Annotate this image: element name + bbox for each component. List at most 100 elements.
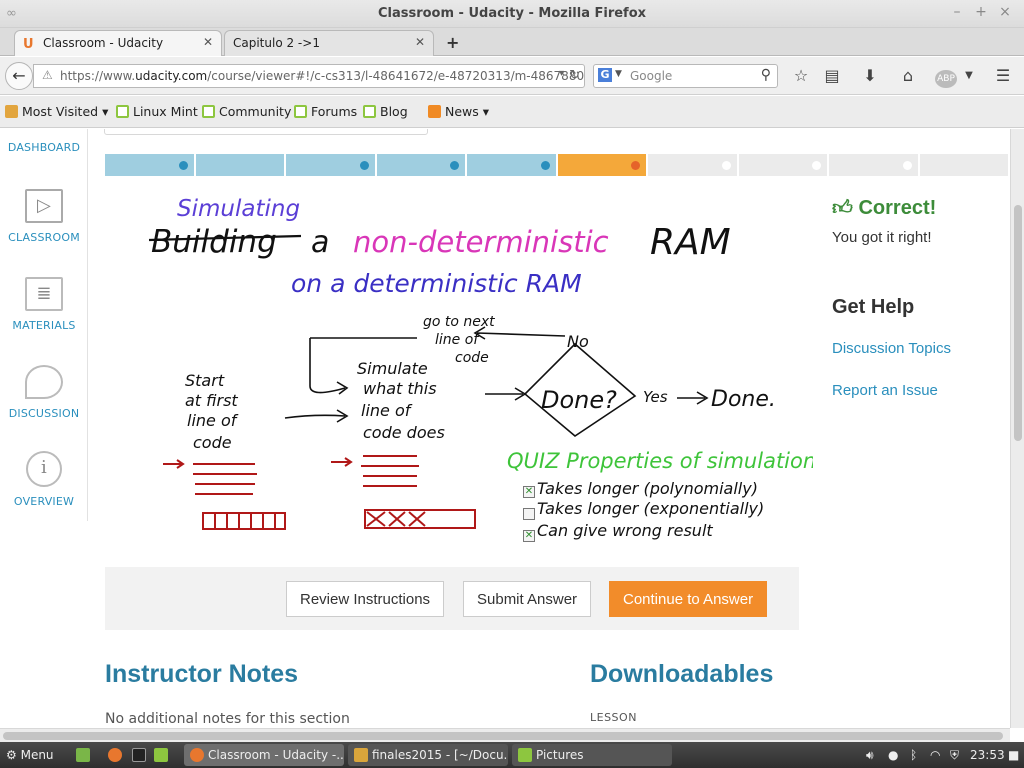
sketch-nondeterministic: non-deterministic <box>353 225 609 259</box>
info-icon: i <box>26 451 62 487</box>
submit-answer-button[interactable]: Submit Answer <box>463 581 592 617</box>
bookmark-forums[interactable]: Forums <box>294 104 357 119</box>
progress-segment-10[interactable] <box>919 154 1008 176</box>
vertical-scrollbar[interactable] <box>1010 129 1024 728</box>
nav-materials-label: MATERIALS <box>12 319 76 332</box>
scroll-thumb[interactable] <box>3 732 1003 740</box>
new-tab-icon[interactable]: + <box>446 33 459 52</box>
nav-materials[interactable]: ≣ MATERIALS <box>0 277 88 332</box>
bookmark-news[interactable]: News ▾ <box>428 104 489 119</box>
bookmark-most-visited[interactable]: Most Visited ▾ <box>5 104 108 119</box>
tab-strip: U Classroom - Udacity ✕ Capitulo 2 ->1 ✕ <box>0 28 1024 56</box>
bluetooth-icon[interactable]: ᛒ <box>910 742 917 768</box>
gear-icon: ⚙ <box>6 748 17 762</box>
progress-dot <box>721 161 731 170</box>
progress-dot <box>540 161 550 170</box>
arrowhead <box>336 381 349 395</box>
start-menu-button[interactable]: ⚙ Menu <box>6 742 54 768</box>
continue-to-answer-button[interactable]: Continue to Answer <box>609 581 768 617</box>
sketch-line2: on a deterministic RAM <box>291 269 582 298</box>
nav-classroom[interactable]: ▷ CLASSROOM <box>0 189 88 244</box>
simulate-line-4: code does <box>363 423 445 442</box>
sketch-simulating: Simulating <box>177 196 300 222</box>
user-icon[interactable]: ● <box>888 742 898 768</box>
feedback-message: You got it right! <box>832 229 932 246</box>
reading-list-icon[interactable]: ▤ <box>821 66 843 85</box>
url-dropdown-icon[interactable]: ▾ <box>559 68 564 79</box>
progress-segment-2[interactable] <box>195 154 284 176</box>
progress-segment-1[interactable] <box>105 154 194 176</box>
volume-icon[interactable]: 🔊︎ <box>866 742 874 768</box>
minimize-icon[interactable]: – <box>948 4 966 20</box>
folder-icon <box>518 748 532 762</box>
tab-classroom[interactable]: U Classroom - Udacity ✕ <box>14 30 222 56</box>
adblock-dropdown-icon[interactable]: ▼ <box>958 70 980 81</box>
menu-icon[interactable]: ☰ <box>992 66 1014 85</box>
progress-segment-7[interactable] <box>648 154 737 176</box>
security-shield-icon[interactable]: ⛨ <box>950 742 959 768</box>
arrow-no-to-goto <box>476 332 566 337</box>
review-instructions-button[interactable]: Review Instructions <box>286 581 445 617</box>
quiz-checkbox-2[interactable] <box>523 508 535 520</box>
bookmark-community[interactable]: Community <box>202 104 291 119</box>
close-tab-icon[interactable]: ✕ <box>415 35 425 49</box>
adblock-icon[interactable]: ABP <box>935 70 957 88</box>
wifi-icon[interactable]: ◠ <box>930 742 940 768</box>
lecture-sketch: Simulating Building a non-deterministic … <box>105 176 816 566</box>
downloads-icon[interactable]: ⬇ <box>859 66 881 85</box>
show-desktop-icon[interactable] <box>76 742 94 768</box>
files-launcher-icon[interactable] <box>154 742 172 768</box>
progress-segment-4[interactable] <box>376 154 465 176</box>
reload-icon[interactable]: ↻ <box>569 68 580 83</box>
site-warning-icon[interactable]: ⚠ <box>42 68 53 82</box>
top-input-field[interactable] <box>104 129 428 135</box>
close-window-icon[interactable]: × <box>996 4 1014 20</box>
search-icon[interactable]: ⚲ <box>761 67 771 83</box>
scroll-thumb[interactable] <box>1014 205 1022 441</box>
close-tab-icon[interactable]: ✕ <box>203 35 213 49</box>
progress-segment-9[interactable] <box>829 154 918 176</box>
nav-overview[interactable]: i OVERVIEW <box>0 451 88 508</box>
progress-dot <box>359 161 369 170</box>
thumbs-up-icon: 👍︎ <box>832 197 853 219</box>
bookmark-star-icon[interactable]: ☆ <box>790 66 812 85</box>
progress-segment-3[interactable] <box>286 154 375 176</box>
arrow-start-to-simulate <box>284 414 346 419</box>
quiz-checkbox-1[interactable]: ✕ <box>523 486 535 498</box>
task-firefox[interactable]: Classroom - Udacity -... <box>184 744 344 766</box>
task-pictures[interactable]: Pictures <box>512 744 672 766</box>
back-button[interactable]: ← <box>5 62 33 90</box>
url-prefix: https://www. <box>60 69 136 83</box>
progress-segment-8[interactable] <box>738 154 827 176</box>
home-icon[interactable]: ⌂ <box>897 66 919 85</box>
progress-segment-6[interactable] <box>557 154 646 176</box>
left-navigation: DASHBOARD ▷ CLASSROOM ≣ MATERIALS DISCUS… <box>0 129 88 521</box>
notification-icon[interactable]: ■ <box>1008 742 1019 768</box>
quiz-title: QUIZ Properties of simulation <box>507 449 813 473</box>
quiz-checkbox-3[interactable]: ✕ <box>523 530 535 542</box>
start-line-1: Start <box>185 371 225 390</box>
horizontal-scrollbar[interactable] <box>0 728 1010 742</box>
bookmark-blog[interactable]: Blog <box>363 104 408 119</box>
clock[interactable]: 23:53 <box>970 742 1005 768</box>
report-issue-link[interactable]: Report an Issue <box>832 382 938 399</box>
engine-dropdown-icon[interactable]: ▼ <box>615 69 622 79</box>
discussion-topics-link[interactable]: Discussion Topics <box>832 340 951 357</box>
maximize-icon[interactable]: + <box>972 4 990 20</box>
sketch-ram: RAM <box>650 222 731 263</box>
goto-line-2: line of <box>435 332 480 348</box>
terminal-launcher-icon[interactable] <box>132 742 150 768</box>
bookmark-linux-mint[interactable]: Linux Mint <box>116 104 198 119</box>
google-engine-icon[interactable]: G <box>598 68 612 82</box>
progress-segment-5[interactable] <box>467 154 556 176</box>
task-editor[interactable]: finales2015 - [~/Docu... <box>348 744 508 766</box>
nav-discussion[interactable]: DISCUSSION <box>0 365 88 420</box>
pointer-arrow-right <box>331 457 353 467</box>
search-bar[interactable]: G ▼ Google ⚲ <box>593 64 778 88</box>
sketch-building: Building <box>151 224 277 260</box>
url-bar[interactable]: ⚠ https://www.udacity.com/course/viewer#… <box>33 64 585 88</box>
firefox-launcher-icon[interactable] <box>108 742 126 768</box>
nav-dashboard[interactable]: DASHBOARD <box>0 141 88 154</box>
tab-capitulo[interactable]: Capitulo 2 ->1 ✕ <box>224 30 434 56</box>
sketch-canvas: Simulating Building a non-deterministic … <box>148 196 816 540</box>
